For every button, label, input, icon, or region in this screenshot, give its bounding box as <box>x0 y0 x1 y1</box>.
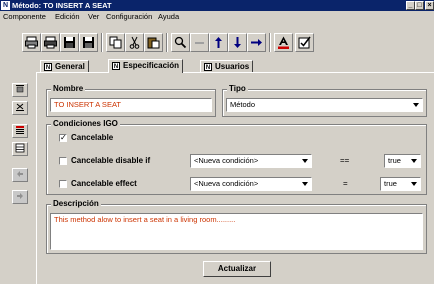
nombre-group: Nombre TO INSERT A SEAT <box>46 84 216 117</box>
check-box-icon[interactable] <box>295 33 314 52</box>
descripcion-group: Descripción This method alow to insert a… <box>46 199 427 254</box>
left-toolbar <box>9 80 31 220</box>
cancel-disable-label: Cancelable disable if <box>71 156 151 165</box>
export-icon[interactable] <box>12 190 28 204</box>
menu-ayuda[interactable]: Ayuda <box>158 11 179 22</box>
cancel-disable-condition-select[interactable]: <Nueva condición> <box>190 154 312 168</box>
chevron-down-icon <box>411 159 417 163</box>
menu-componente[interactable]: Componente <box>3 11 46 22</box>
toolbar <box>0 23 434 56</box>
save-all-icon[interactable] <box>79 33 98 52</box>
minimize-button[interactable]: _ <box>406 1 415 10</box>
cancel-effect-value: true <box>384 179 397 188</box>
nombre-input[interactable]: TO INSERT A SEAT <box>50 98 212 112</box>
cancel-disable-value-select[interactable]: true <box>384 154 421 168</box>
tab-general[interactable]: N General <box>40 60 89 72</box>
app-icon: N <box>1 1 10 10</box>
minus-icon[interactable] <box>190 33 209 52</box>
cancel-effect-operator: = <box>343 179 348 188</box>
tipo-select[interactable]: Método <box>226 98 423 112</box>
cancel-disable-value: true <box>388 156 401 165</box>
arrow-down-icon[interactable] <box>228 33 247 52</box>
tab-usuarios[interactable]: N Usuarios <box>200 60 254 72</box>
chevron-down-icon <box>302 159 308 163</box>
cancel-disable-operator: == <box>340 156 350 165</box>
application-window: N Método: TO INSERT A SEAT _ □ × Compone… <box>0 0 434 284</box>
window-title: Método: TO INSERT A SEAT <box>12 1 112 10</box>
arrow-up-icon[interactable] <box>209 33 228 52</box>
title-bar[interactable]: N Método: TO INSERT A SEAT _ □ × <box>0 0 434 11</box>
paste-icon[interactable] <box>144 33 163 52</box>
menu-ver[interactable]: Ver <box>88 11 99 22</box>
tab-especificacion-label: Especificación <box>123 61 180 70</box>
tab-usuarios-icon: N <box>204 62 212 71</box>
descripcion-textarea[interactable]: This method alow to insert a seat in a l… <box>50 213 423 250</box>
tipo-label: Tipo <box>227 84 248 94</box>
menu-edicion[interactable]: Edición <box>55 11 80 22</box>
cancelable-label: Cancelable <box>71 133 114 142</box>
toolbar-separator <box>101 33 103 52</box>
cancel-effect-value-select[interactable]: true <box>380 177 421 191</box>
toolbar-separator <box>269 33 271 52</box>
print-icon[interactable] <box>22 33 41 52</box>
especificacion-panel: Nombre TO INSERT A SEAT Tipo Método Cond… <box>36 72 434 284</box>
tipo-value: Método <box>230 100 256 109</box>
tab-general-label: General <box>55 62 85 71</box>
cancel-effect-checkbox[interactable] <box>59 180 67 188</box>
cut-icon[interactable] <box>125 33 144 52</box>
close-button[interactable]: × <box>425 1 434 10</box>
condiciones-igo-group: Condiciones IGO ✓ Cancelable Cancelable … <box>46 119 427 195</box>
align-center-icon[interactable] <box>12 101 28 115</box>
condiciones-igo-label: Condiciones IGO <box>51 119 120 129</box>
menu-bar: Componente Edición Ver Configuración Ayu… <box>0 11 434 22</box>
text-color-icon[interactable] <box>274 33 293 52</box>
tab-general-icon: N <box>44 62 52 71</box>
list-icon[interactable] <box>12 124 28 138</box>
cancel-effect-label: Cancelable effect <box>71 179 137 188</box>
chevron-down-icon <box>413 103 419 107</box>
toolbar-separator <box>166 33 168 52</box>
arrow-right-icon[interactable] <box>247 33 266 52</box>
print-preview-icon[interactable] <box>41 33 60 52</box>
descripcion-label: Descripción <box>51 199 101 209</box>
chevron-down-icon <box>302 182 308 186</box>
cancel-effect-condition-select[interactable]: <Nueva condición> <box>190 177 312 191</box>
align-top-icon[interactable] <box>12 83 28 97</box>
tab-usuarios-label: Usuarios <box>215 62 250 71</box>
tipo-group: Tipo Método <box>222 84 427 117</box>
nombre-label: Nombre <box>51 84 86 94</box>
chevron-down-icon <box>411 182 417 186</box>
maximize-button[interactable]: □ <box>415 1 424 10</box>
cancel-disable-checkbox[interactable] <box>59 157 67 165</box>
menu-configuracion[interactable]: Configuración <box>106 11 152 22</box>
table-icon[interactable] <box>12 142 28 156</box>
save-icon[interactable] <box>60 33 79 52</box>
cancel-disable-condition-value: <Nueva condición> <box>194 156 259 165</box>
cancelable-checkbox[interactable]: ✓ <box>59 134 67 142</box>
import-icon[interactable] <box>12 168 28 182</box>
tab-especificacion[interactable]: N Especificación <box>108 59 184 73</box>
copy-icon[interactable] <box>106 33 125 52</box>
search-icon[interactable] <box>171 33 190 52</box>
cancel-effect-condition-value: <Nueva condición> <box>194 179 259 188</box>
actualizar-button[interactable]: Actualizar <box>203 261 271 277</box>
tab-especificacion-icon: N <box>112 61 120 70</box>
